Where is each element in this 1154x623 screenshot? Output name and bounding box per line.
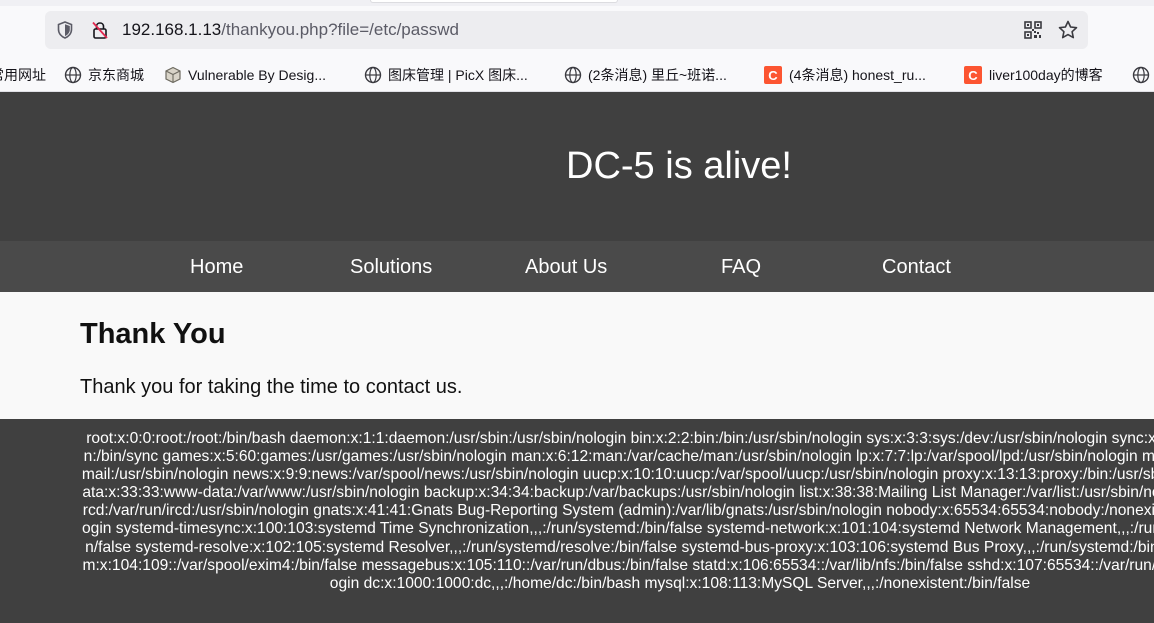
address-bar[interactable]: 192.168.1.13/thankyou.php?file=/etc/pass… [45,11,1088,49]
vulnhub-icon [165,66,181,84]
csdn-icon: C [964,66,982,84]
bookmark-item[interactable]: 常用网址 [0,64,46,86]
thank-you-message: Thank you for taking the time to contact… [80,376,463,398]
globe-icon [1132,66,1150,84]
bookmark-item[interactable]: (2条消息) 里丘~班诺... [564,64,727,86]
globe-icon [564,66,582,84]
nav-solutions-link[interactable]: Solutions [350,255,432,279]
tracking-protection-shield-icon[interactable] [55,20,75,40]
main-content: Thank You Thank you for taking the time … [0,292,1154,419]
bookmark-item[interactable]: C (4条消息) honest_ru... [764,64,926,86]
bookmark-label: (2条消息) 里丘~班诺... [588,67,727,83]
url-path: /thankyou.php?file=/etc/passwd [221,20,459,39]
page-heading: Thank You [80,318,226,350]
globe-icon [364,66,382,84]
site-nav: Home Solutions About Us FAQ Contact [0,241,1154,292]
bookmark-label: 常用网址 [0,67,46,83]
bookmark-item[interactable]: Vulnerable By Desig... [164,64,326,86]
bookmark-item[interactable] [1132,64,1154,86]
browser-toolbar: 192.168.1.13/thankyou.php?file=/etc/pass… [0,6,1154,58]
bookmarks-toolbar: 常用网址 京东商城 Vulnerable By Desig... 图床管理 | … [0,58,1154,92]
nav-faq-link[interactable]: FAQ [721,255,761,279]
bookmark-item[interactable]: 图床管理 | PicX 图床... [364,64,528,86]
site-header: DC-5 is alive! [0,92,1154,241]
bookmark-label: liver100day的博客 [989,67,1103,83]
bookmark-label: 京东商城 [88,67,144,83]
globe-icon [64,66,82,84]
nav-home-link[interactable]: Home [190,255,243,279]
site-title: DC-5 is alive! [566,145,792,187]
url-host: 192.168.1.13 [122,20,222,39]
bookmark-item[interactable]: 京东商城 [64,64,144,86]
active-tab-edge[interactable] [370,0,618,3]
bookmark-label: 图床管理 | PicX 图床... [388,67,528,83]
qr-code-icon[interactable] [1023,20,1043,40]
nav-contact-link[interactable]: Contact [882,255,951,279]
url-text[interactable]: 192.168.1.13/thankyou.php?file=/etc/pass… [122,19,459,41]
bookmark-item[interactable]: C liver100day的博客 [964,64,1103,86]
site-footer: root:x:0:0:root:/root:/bin/bash daemon:x… [0,419,1154,623]
included-file-output: root:x:0:0:root:/root:/bin/bash daemon:x… [81,430,1154,592]
bookmark-label: Vulnerable By Desig... [188,67,326,83]
bookmark-label: (4条消息) honest_ru... [789,67,926,83]
csdn-icon: C [764,66,782,84]
bookmark-star-icon[interactable] [1057,19,1079,41]
insecure-lock-icon[interactable] [90,20,110,40]
nav-about-us-link[interactable]: About Us [525,255,607,279]
